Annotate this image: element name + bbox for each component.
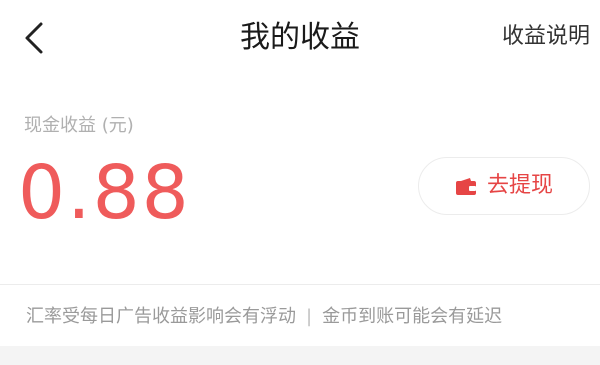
withdraw-label: 去提现 bbox=[486, 173, 553, 198]
back-button[interactable] bbox=[14, 18, 54, 58]
earnings-page: 我的收益 收益说明 现金收益 (元) 0.88 去提现 汇率受每日广告收益影响会… bbox=[0, 0, 600, 365]
earnings-card: 现金收益 (元) 0.88 去提现 bbox=[0, 70, 600, 280]
wallet-icon bbox=[455, 178, 476, 195]
chevron-left-icon bbox=[25, 22, 43, 54]
withdraw-button[interactable]: 去提现 bbox=[418, 157, 590, 215]
notice-rate-text: 汇率受每日广告收益影响会有浮动 bbox=[26, 306, 296, 327]
divider bbox=[0, 284, 600, 285]
cash-earnings-amount: 0.88 bbox=[18, 150, 191, 236]
notice-separator: | bbox=[306, 306, 313, 327]
top-bar: 我的收益 收益说明 bbox=[0, 0, 600, 71]
exchange-notice: 汇率受每日广告收益影响会有浮动 | 金币到账可能会有延迟 bbox=[26, 304, 502, 330]
cash-earnings-label: 现金收益 (元) bbox=[24, 115, 134, 136]
bottom-band bbox=[0, 346, 600, 365]
notice-delay-text: 金币到账可能会有延迟 bbox=[322, 306, 503, 327]
earnings-help-link[interactable]: 收益说明 bbox=[502, 20, 590, 54]
